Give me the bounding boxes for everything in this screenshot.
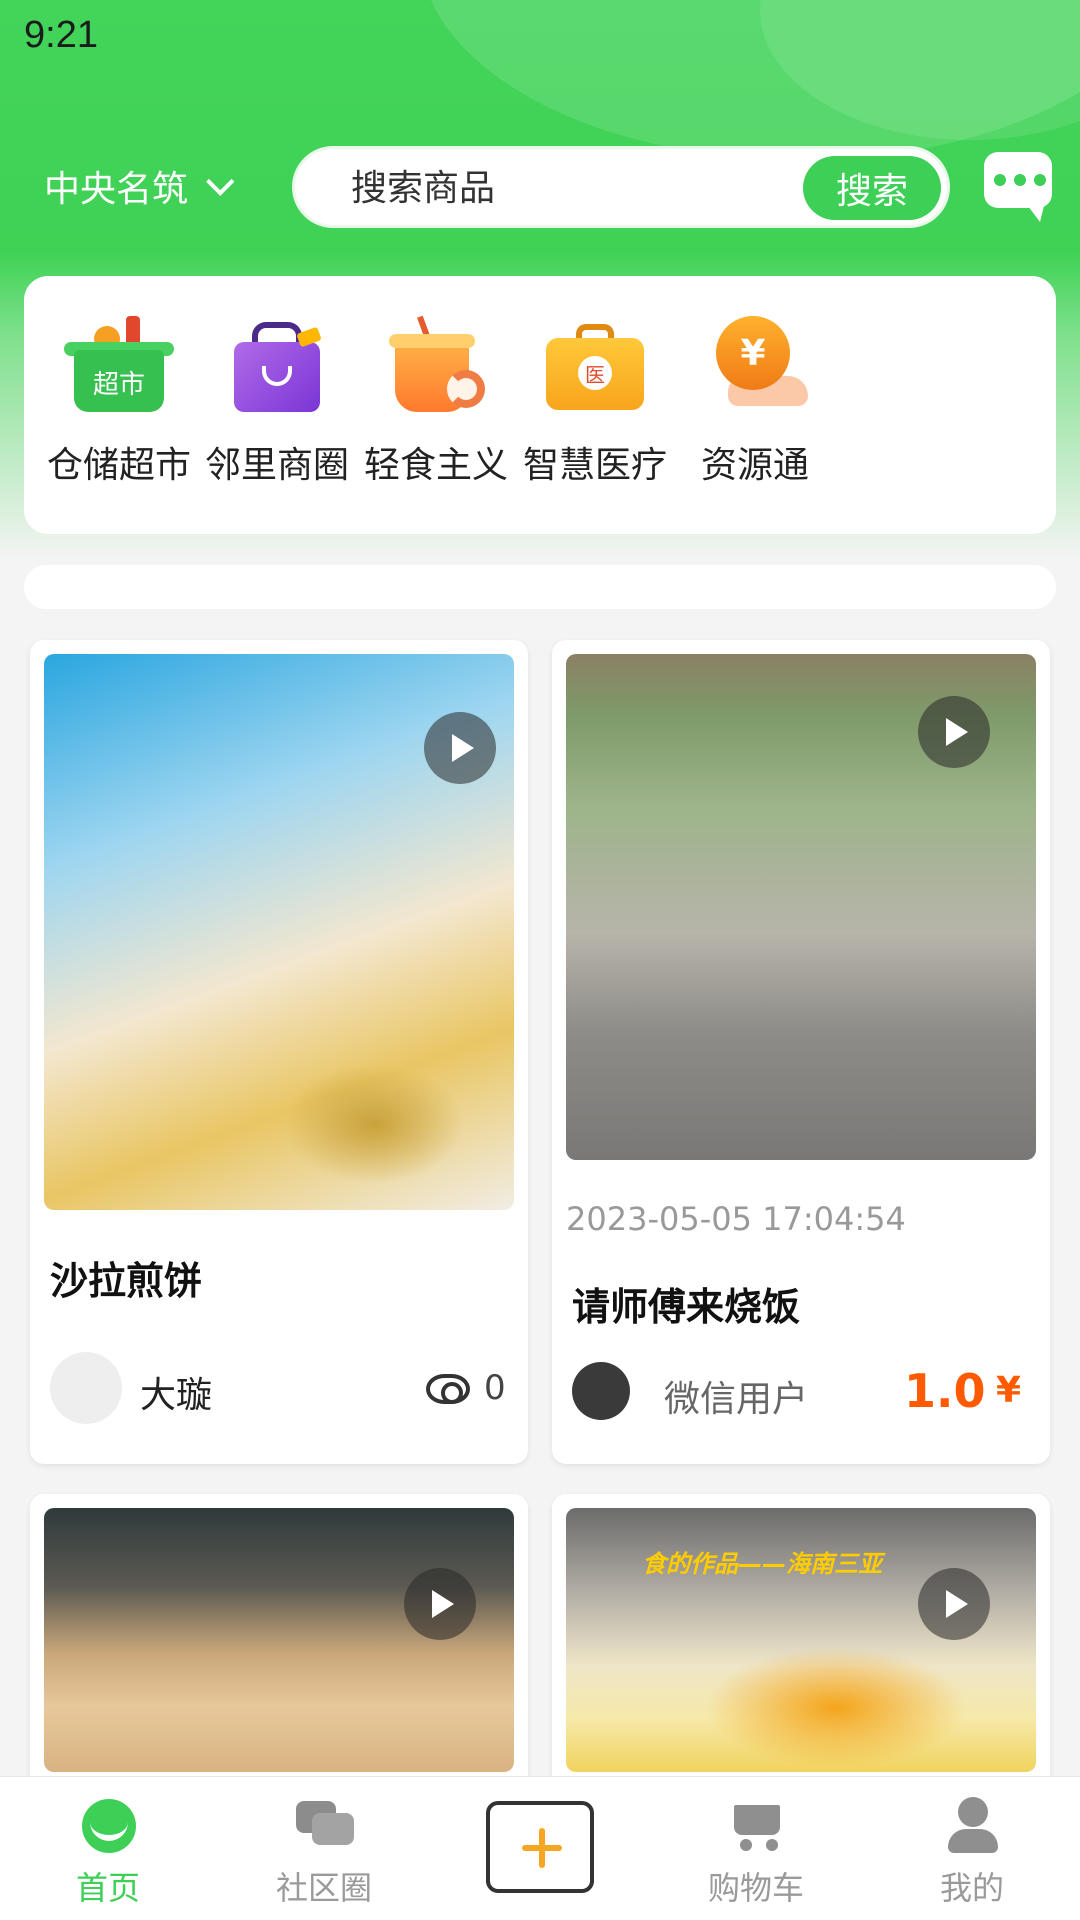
tab-label: 首页: [75, 1869, 140, 1907]
tab-label: 我的: [939, 1869, 1004, 1907]
video-thumbnail[interactable]: [44, 654, 514, 1210]
chat-bubbles-icon: [294, 1795, 354, 1853]
post-date: 2023-05-05 17:04:54: [566, 1200, 906, 1238]
cart-icon: [726, 1795, 786, 1853]
author-name: 微信用户: [664, 1379, 809, 1420]
tab-profile[interactable]: 我的: [902, 1795, 1042, 1909]
video-overlay-text: 食的作品——海南三亚: [642, 1550, 882, 1578]
category-panel: 超市 仓储超市 邻里商圈 轻食主义 医 智慧医疗 ¥ 资源通: [24, 276, 1056, 534]
add-post-button[interactable]: [486, 1801, 594, 1893]
price-value: 1.0: [904, 1364, 986, 1418]
category-label: 资源通: [700, 445, 809, 486]
play-icon[interactable]: [918, 696, 990, 768]
view-count: 0: [484, 1368, 506, 1408]
tab-community[interactable]: 社区圈: [254, 1795, 394, 1909]
search-bar: 搜索: [292, 146, 950, 228]
status-time: 9:21: [24, 14, 98, 56]
location-label: 中央名筑: [44, 169, 189, 210]
feed-card[interactable]: 2023-05-05 17:04:54 请师傅来烧饭 微信用户 1.0 ¥: [552, 640, 1050, 1464]
coin-hand-icon: ¥: [700, 316, 810, 416]
avatar[interactable]: [572, 1362, 630, 1420]
feed-card[interactable]: 沙拉煎饼 大璇 0: [30, 640, 528, 1464]
card-title: 请师傅来烧饭: [572, 1285, 801, 1329]
eye-icon: [426, 1374, 470, 1404]
category-badge: ¥: [716, 316, 790, 390]
tab-label: 购物车: [707, 1869, 804, 1907]
medical-kit-icon: 医: [540, 316, 650, 416]
avatar[interactable]: [50, 1352, 122, 1424]
play-icon[interactable]: [404, 1568, 476, 1640]
search-input[interactable]: [351, 163, 731, 213]
video-thumbnail[interactable]: 食的作品——海南三亚: [566, 1508, 1036, 1772]
category-badge: 超市: [92, 370, 145, 400]
price-currency: ¥: [996, 1370, 1022, 1411]
card-title: 沙拉煎饼: [50, 1259, 203, 1303]
video-thumbnail[interactable]: [566, 654, 1036, 1160]
message-icon[interactable]: [984, 152, 1052, 222]
user-icon: [942, 1795, 1002, 1853]
tab-label: 社区圈: [275, 1869, 372, 1907]
notice-bar[interactable]: [24, 565, 1056, 609]
feed-card[interactable]: [30, 1494, 528, 1794]
drink-cup-icon: [381, 315, 491, 416]
tab-cart[interactable]: 购物车: [686, 1795, 826, 1909]
play-icon[interactable]: [918, 1568, 990, 1640]
category-resources[interactable]: ¥ 资源通: [660, 316, 850, 488]
home-icon: [78, 1795, 138, 1853]
category-badge: 医: [578, 356, 612, 390]
location-selector[interactable]: 中央名筑: [44, 160, 235, 212]
play-icon[interactable]: [424, 712, 496, 784]
tab-home[interactable]: 首页: [38, 1795, 178, 1909]
search-button[interactable]: 搜索: [803, 156, 941, 220]
bottom-tab-bar: 首页 社区圈 购物车 我的: [0, 1776, 1080, 1920]
feed-card[interactable]: 食的作品——海南三亚: [552, 1494, 1050, 1794]
shopping-bag-icon: [222, 316, 332, 416]
video-thumbnail[interactable]: [44, 1508, 514, 1772]
author-name: 大璇: [140, 1375, 213, 1416]
supermarket-basket-icon: 超市: [64, 316, 174, 416]
